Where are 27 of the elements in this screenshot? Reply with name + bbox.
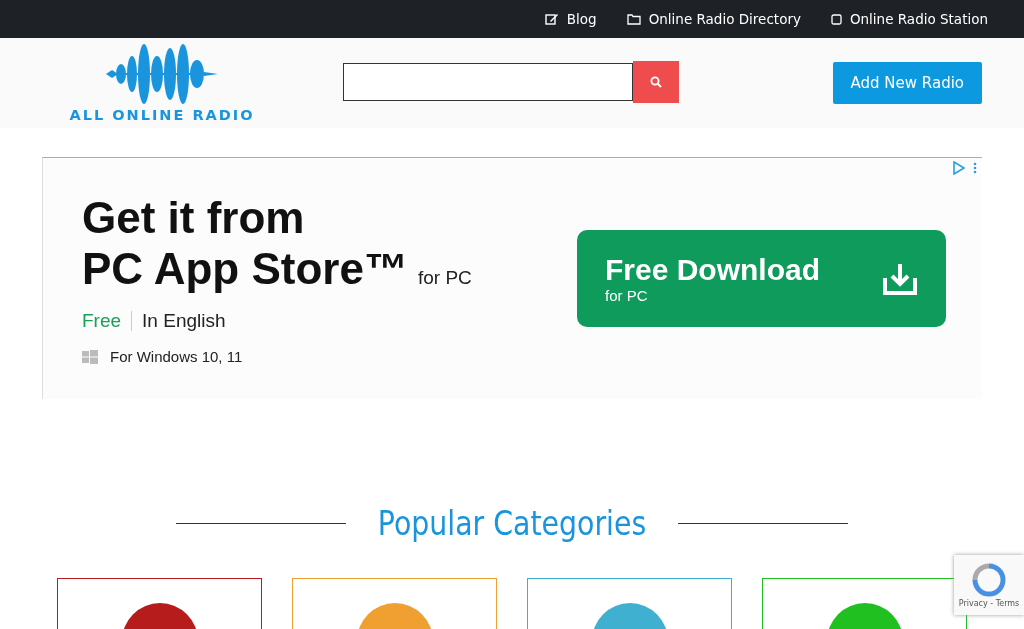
ad-choices-icon[interactable]: [952, 161, 978, 175]
nav-link[interactable]: Blog: [544, 11, 597, 27]
ad-headline: Get it from: [82, 192, 306, 243]
nav-link[interactable]: Online Radio Station: [830, 11, 988, 27]
recaptcha-icon: [972, 562, 1006, 597]
privacy-terms-links[interactable]: Privacy - Terms: [958, 598, 1020, 608]
ad-headline: PC App Store™: [82, 243, 408, 294]
folder-icon: [626, 13, 641, 25]
edit-icon: [544, 13, 559, 25]
download-button[interactable]: Free Download for PC: [577, 230, 946, 327]
price-label: Free: [82, 310, 122, 332]
square-icon: [830, 13, 842, 25]
language-label: In English: [142, 310, 226, 332]
logo-text: ALL ONLINE RADIO: [69, 107, 255, 123]
ad-subtext: for PC: [417, 267, 472, 289]
download-icon: [882, 261, 918, 296]
windows-icon: [82, 349, 98, 364]
ad-banner[interactable]: Get it from PC App Store™ for PC Free In English For Windows 10, 11 Free Download for PC: [42, 157, 982, 399]
recaptcha-badge[interactable]: Privacy - Terms: [954, 555, 1024, 615]
search-icon: [650, 76, 662, 88]
sound-wave-icon: [106, 43, 218, 105]
category-card[interactable]: [57, 578, 262, 629]
nav-link[interactable]: Online Radio Directory: [626, 11, 801, 27]
section-title: Popular Categories: [377, 504, 647, 543]
search-field[interactable]: [343, 63, 633, 101]
search-button[interactable]: [633, 61, 679, 103]
platform-label: For Windows 10, 11: [110, 348, 243, 365]
